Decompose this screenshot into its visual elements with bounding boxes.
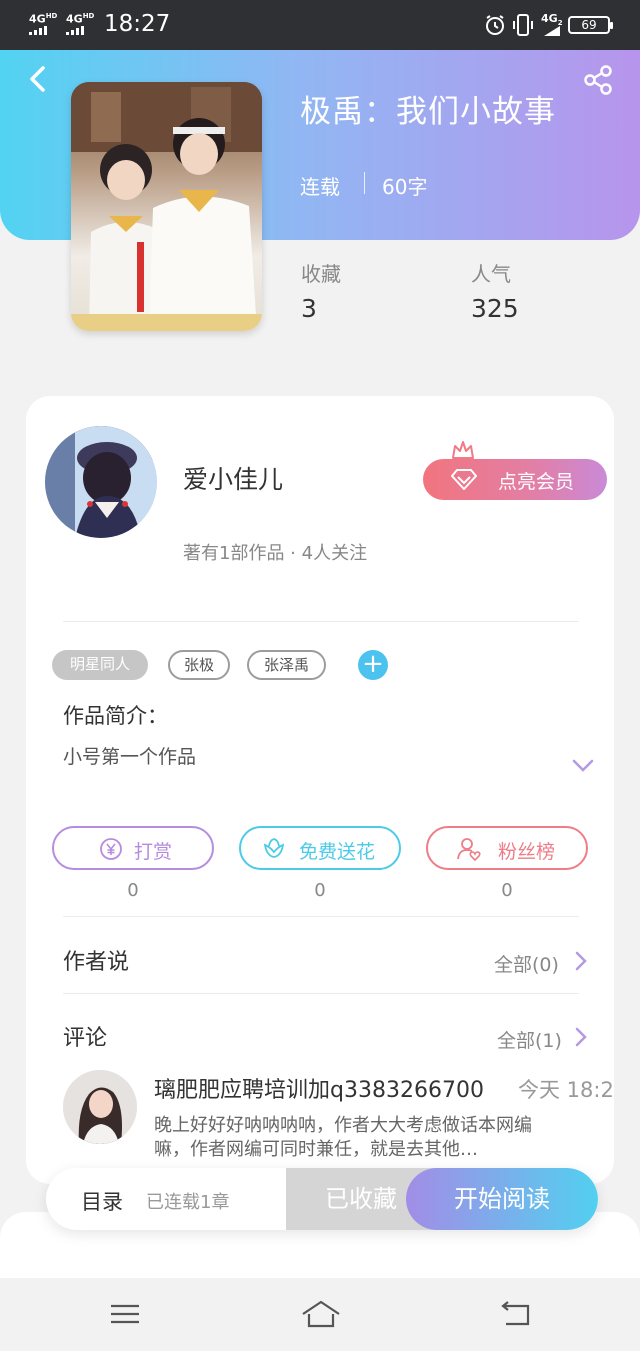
- start-reading-button[interactable]: 开始阅读: [406, 1168, 598, 1230]
- alarm-icon: [486, 15, 504, 35]
- table-of-contents-button[interactable]: 目录: [81, 1186, 123, 1216]
- reward-button[interactable]: 打赏: [52, 826, 214, 870]
- author-says-title: 作者说: [63, 950, 130, 975]
- system-navigation-bar: [0, 1278, 640, 1351]
- vibrate-icon: [513, 14, 533, 36]
- serial-status: 连载: [300, 175, 340, 199]
- battery-icon: 69: [568, 16, 613, 34]
- meta-divider: [364, 172, 365, 194]
- favorites-count: 3: [301, 294, 317, 323]
- vip-upgrade-button[interactable]: 点亮会员: [423, 459, 607, 500]
- chevron-down-icon[interactable]: [571, 758, 595, 774]
- diamond-icon: [451, 469, 477, 490]
- vip-button-label: 点亮会员: [498, 471, 575, 493]
- divider: [63, 621, 579, 622]
- divider: [63, 916, 579, 917]
- fan-rank-icon: [457, 838, 481, 862]
- divider: [63, 993, 579, 994]
- intro-text: 小号第一个作品: [63, 746, 197, 768]
- chapter-count: 已连载1章: [146, 1192, 230, 1213]
- status-time: 18:27: [104, 11, 171, 37]
- network-indicator-2: 4GHD: [66, 12, 95, 26]
- comments-title: 评论: [63, 1026, 108, 1051]
- back-icon[interactable]: [25, 64, 51, 94]
- comment-time: 今天 18:26: [518, 1078, 614, 1102]
- reward-count: 0: [127, 880, 139, 901]
- author-name[interactable]: 爱小佳儿: [183, 460, 283, 496]
- fan-ranking-label: 粉丝榜: [498, 841, 556, 863]
- add-tag-button[interactable]: +: [358, 650, 388, 680]
- signal-bars-icon: [29, 26, 51, 35]
- tag-item[interactable]: 张极: [168, 650, 230, 680]
- tag-item[interactable]: 张泽禹: [247, 650, 326, 680]
- book-title: 极禹：我们小故事: [300, 94, 556, 130]
- author-avatar[interactable]: [45, 426, 157, 538]
- popularity-count: 325: [471, 294, 519, 323]
- book-detail-card: 爱小佳儿 点亮会员 著有1部作品 · 4人关注 明星同人 张极 张泽禹 + 作品…: [26, 396, 614, 1184]
- intro-heading: 作品简介：: [63, 704, 168, 728]
- comments-all-link[interactable]: 全部(1): [497, 1026, 562, 1053]
- bottom-action-bar: 目录 已连载1章 已收藏 开始阅读: [46, 1168, 598, 1230]
- chevron-right-icon[interactable]: [574, 950, 588, 972]
- chevron-right-icon[interactable]: [574, 1026, 588, 1048]
- comment-text[interactable]: 晚上好好好呐呐呐呐，作者大大考虑做话本网编嘛，作者网编可同时兼任，就是去其他…: [154, 1114, 556, 1162]
- flower-icon: [263, 838, 285, 858]
- flower-count: 0: [314, 880, 326, 901]
- book-cover-image[interactable]: [71, 82, 262, 331]
- home-icon[interactable]: [300, 1298, 342, 1330]
- favorites-label: 收藏: [301, 262, 341, 286]
- back-nav-icon[interactable]: [498, 1298, 534, 1330]
- network-indicator-1: 4GHD: [29, 12, 58, 26]
- signal-icon: [544, 26, 560, 36]
- status-bar: 4GHD 4GHD 18:27 4G2 69: [0, 0, 640, 50]
- author-says-all-link[interactable]: 全部(0): [494, 950, 559, 977]
- send-flower-button[interactable]: 免费送花: [239, 826, 401, 870]
- word-count: 60字: [382, 175, 428, 199]
- commenter-avatar[interactable]: [63, 1070, 137, 1144]
- reward-label: 打赏: [134, 841, 173, 863]
- fan-ranking-button[interactable]: 粉丝榜: [426, 826, 588, 870]
- popularity-label: 人气: [471, 262, 511, 286]
- yen-icon: [100, 838, 122, 860]
- author-meta: 著有1部作品 · 4人关注: [183, 543, 368, 564]
- signal-bars-icon: [66, 26, 88, 35]
- share-icon[interactable]: [582, 64, 614, 96]
- tag-category[interactable]: 明星同人: [52, 650, 148, 680]
- menu-icon[interactable]: [107, 1298, 143, 1330]
- send-flower-label: 免费送花: [299, 841, 376, 863]
- commenter-name[interactable]: 璃肥肥应聘培训加q3383266700: [154, 1072, 484, 1104]
- fan-count: 0: [501, 880, 513, 901]
